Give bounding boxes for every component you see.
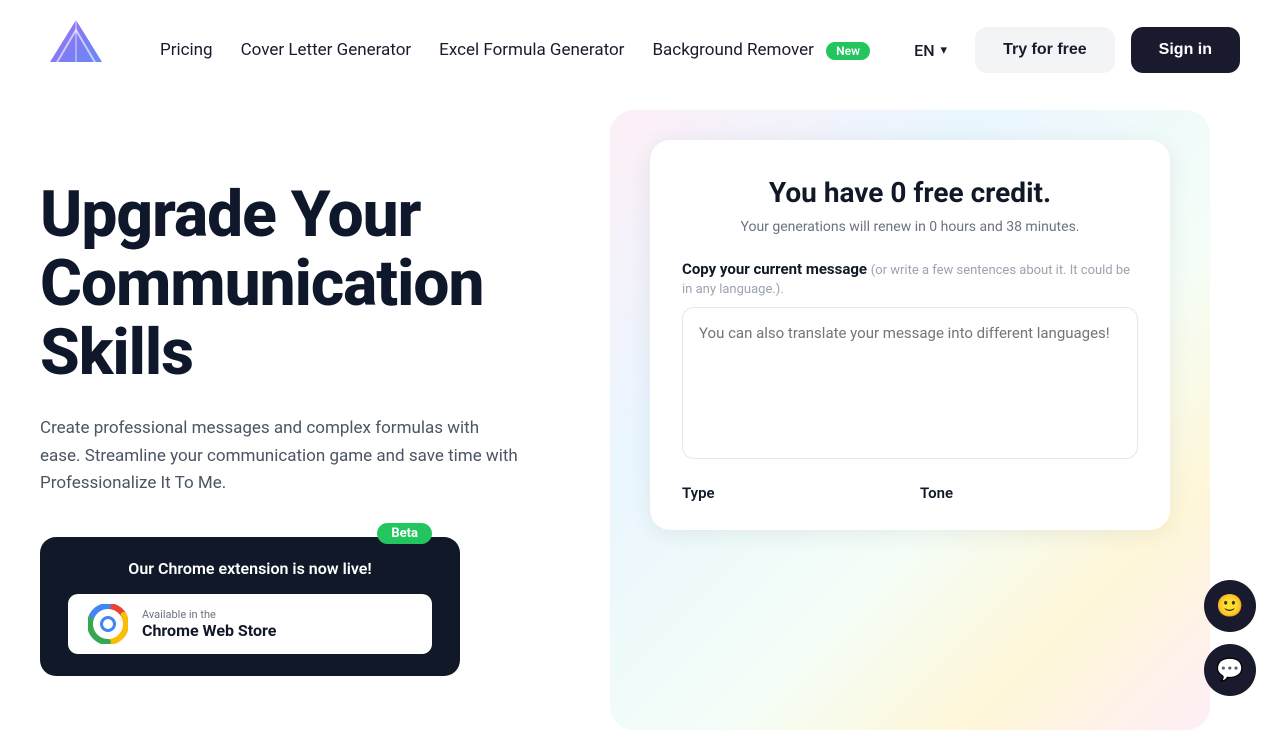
nav-excel-formula[interactable]: Excel Formula Generator	[439, 40, 624, 60]
credit-card: You have 0 free credit. Your generations…	[650, 140, 1170, 530]
hero-left: Upgrade Your Communication Skills Create…	[40, 120, 590, 720]
chevron-down-icon: ▾	[941, 43, 948, 58]
copy-label-row: Copy your current message (or write a fe…	[682, 259, 1138, 297]
chat-button-1[interactable]: 🙂	[1204, 580, 1256, 632]
nav-background-remover[interactable]: Background Remover New	[652, 40, 870, 60]
type-tone-row: Type Tone	[682, 483, 1138, 502]
chat-widgets: 🙂 💬	[1204, 580, 1256, 696]
hero-right: You have 0 free credit. Your generations…	[630, 120, 1190, 720]
language-selector[interactable]: EN ▾	[902, 33, 959, 68]
chrome-store-badge[interactable]: Available in the Chrome Web Store	[68, 594, 432, 654]
sign-in-button[interactable]: Sign in	[1131, 27, 1240, 73]
chrome-store-text: Available in the Chrome Web Store	[142, 608, 276, 640]
try-free-button[interactable]: Try for free	[975, 27, 1115, 73]
tone-field: Tone	[920, 483, 1138, 502]
logo[interactable]	[40, 12, 112, 88]
hero-headline: Upgrade Your Communication Skills	[40, 180, 590, 387]
lang-label: EN	[914, 41, 934, 60]
copy-label-main: Copy your current message	[682, 260, 867, 278]
smiley-icon: 🙂	[1216, 593, 1243, 619]
navbar: Pricing Cover Letter Generator Excel For…	[0, 0, 1280, 100]
beta-badge: Beta	[377, 523, 432, 544]
chat-button-2[interactable]: 💬	[1204, 644, 1256, 696]
new-badge: New	[826, 42, 870, 60]
type-field: Type	[682, 483, 900, 502]
nav-links: Pricing Cover Letter Generator Excel For…	[160, 40, 870, 60]
chrome-card-title: Our Chrome extension is now live!	[68, 559, 432, 578]
nav-cover-letter[interactable]: Cover Letter Generator	[241, 40, 412, 60]
chrome-extension-card: Beta Our Chrome extension is now live! A…	[40, 537, 460, 676]
main-content: Upgrade Your Communication Skills Create…	[0, 100, 1280, 720]
type-label: Type	[682, 484, 715, 502]
renew-text: Your generations will renew in 0 hours a…	[682, 219, 1138, 235]
chat-icon: 💬	[1216, 657, 1243, 683]
credit-title: You have 0 free credit.	[682, 176, 1138, 209]
message-textarea[interactable]	[682, 307, 1138, 459]
tone-label: Tone	[920, 484, 953, 502]
nav-right: EN ▾ Try for free Sign in	[902, 27, 1240, 73]
nav-pricing[interactable]: Pricing	[160, 40, 213, 60]
hero-subtext: Create professional messages and complex…	[40, 415, 520, 497]
